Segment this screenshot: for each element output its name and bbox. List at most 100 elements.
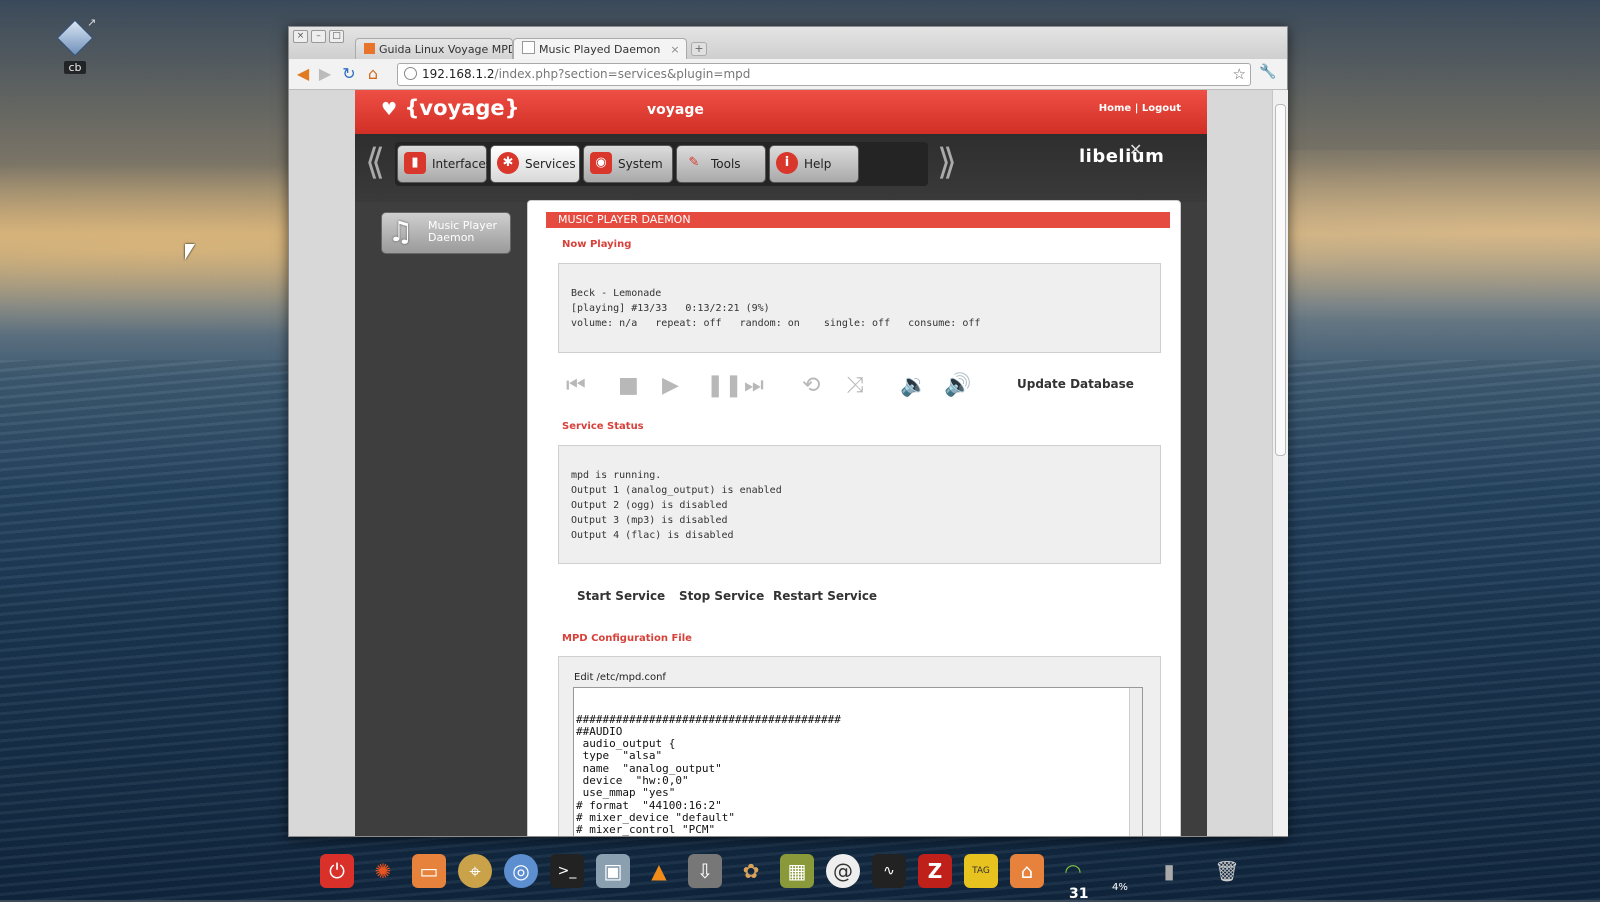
now-playing-line: Beck - Lemonade — [571, 288, 662, 299]
tab-guida-linux[interactable]: Guida Linux Voyage MPD — [355, 38, 513, 60]
gear-icon: ✱ — [497, 152, 519, 174]
status-line: Output 3 (mp3) is disabled — [571, 515, 728, 526]
wrench-icon[interactable]: 🔧 — [1259, 64, 1276, 80]
service-status-box: mpd is running. Output 1 (analog_output) … — [558, 445, 1161, 564]
page-favicon-icon — [522, 41, 535, 54]
menu-label: Tools — [711, 157, 741, 171]
now-playing-lines: Beck - Lemonade [playing] #13/33 0:13/2:2… — [571, 286, 980, 331]
shuffle-icon: ⤨ — [846, 373, 864, 398]
shuffle-button[interactable]: ⤨ — [846, 373, 864, 399]
textarea-scrollbar[interactable] — [1129, 688, 1142, 836]
desktop-icon[interactable]: ↗ cb — [55, 16, 96, 75]
config-textarea[interactable]: ########################################… — [573, 687, 1143, 836]
menu-interfaces[interactable]: ▮ Interfaces — [397, 145, 492, 183]
stop-button[interactable]: ■ — [618, 373, 639, 399]
top-links: Home | Logout — [1099, 103, 1181, 114]
maximize-window-icon[interactable]: □ — [329, 30, 344, 43]
voyage-page: ♥ {voyage} voyage Home | Logout ⟪ ▮ Inte… — [355, 90, 1207, 836]
menu-scroll-left-icon[interactable]: ⟪ — [365, 142, 385, 183]
volume-bars-icon[interactable]: ▮ — [1152, 854, 1186, 888]
vlc-icon[interactable]: ▲ — [642, 854, 676, 888]
chromium-icon[interactable]: ◎ — [504, 854, 538, 888]
easytag-icon[interactable]: TAG — [964, 854, 998, 888]
forward-arrow-icon[interactable]: ▶ — [315, 64, 335, 84]
now-playing-title: Now Playing — [562, 239, 632, 250]
menu-label: Interfaces — [432, 157, 492, 171]
menu-services[interactable]: ✱ Services — [490, 145, 580, 183]
folder-icon[interactable]: ▭ — [412, 854, 446, 888]
terminal-icon[interactable]: >_ — [550, 854, 584, 888]
update-database-button[interactable]: Update Database — [1017, 377, 1134, 391]
at-icon[interactable]: @ — [826, 854, 860, 888]
filezilla-icon[interactable]: Z — [918, 854, 952, 888]
heart-wifi-icon: ♥ — [381, 99, 398, 120]
back-arrow-icon[interactable]: ◀ — [293, 64, 313, 84]
menu-tools[interactable]: ✎ Tools — [676, 145, 766, 183]
next-button[interactable]: ⏭ — [744, 373, 764, 399]
pause-button[interactable]: ❚❚ — [706, 373, 743, 399]
system-icon: ◉ — [590, 152, 612, 174]
stop-service-button[interactable]: Stop Service — [679, 589, 764, 603]
image-viewer-icon[interactable]: ▣ — [596, 854, 630, 888]
service-status-title: Service Status — [562, 421, 644, 432]
start-service-button[interactable]: Start Service — [577, 589, 665, 603]
stop-icon: ■ — [618, 373, 639, 398]
desktop-icon-label: cb — [64, 61, 86, 74]
gauge-icon[interactable]: ◠ — [1056, 854, 1090, 888]
mosquito-icon: ✕ — [1129, 140, 1143, 159]
new-tab-button[interactable]: + — [691, 42, 707, 56]
scrollbar-thumb[interactable] — [1275, 104, 1286, 456]
previous-button[interactable]: ⏮ — [566, 373, 586, 399]
link-separator: | — [1134, 103, 1139, 114]
page-viewport: ♥ {voyage} voyage Home | Logout ⟪ ▮ Inte… — [289, 90, 1272, 836]
mouse-cursor-icon — [185, 244, 195, 260]
home-folder-icon[interactable]: ⌂ — [1010, 854, 1044, 888]
system-monitor-icon[interactable]: ∿ — [872, 854, 906, 888]
repeat-button[interactable]: ⟲ — [802, 373, 820, 399]
now-playing-box: Beck - Lemonade [playing] #13/33 0:13/2:2… — [558, 263, 1161, 353]
ubuntu-icon[interactable]: ✺ — [366, 854, 400, 888]
download-icon[interactable]: ⇩ — [688, 854, 722, 888]
compass-icon[interactable]: ⌖ — [458, 854, 492, 888]
site-name: voyage — [647, 102, 704, 118]
pause-icon: ❚❚ — [706, 373, 743, 398]
wrench-tool-icon: ✎ — [688, 155, 700, 170]
minimize-window-icon[interactable]: – — [311, 30, 326, 43]
menu-label: Help — [804, 157, 832, 171]
restart-service-button[interactable]: Restart Service — [773, 589, 877, 603]
info-icon: i — [776, 152, 798, 174]
menu-help[interactable]: i Help — [769, 145, 859, 183]
menu-scroll-right-icon[interactable]: ⟫ — [937, 142, 957, 183]
trash-icon[interactable]: 🗑 — [1210, 854, 1244, 888]
sidebar-item-mpd[interactable]: ♫ Music Player Daemon — [381, 212, 511, 254]
rabbit-icon[interactable]: ✿ — [734, 854, 768, 888]
main-content: MUSIC PLAYER DAEMON Now Playing Beck - L… — [527, 200, 1181, 836]
home-icon[interactable]: ⌂ — [363, 64, 383, 84]
play-button[interactable]: ▶ — [662, 373, 679, 399]
reload-icon[interactable]: ↻ — [339, 64, 359, 84]
address-bar[interactable]: 192.168.1.2/index.php?section=services&p… — [397, 63, 1251, 86]
section-header: MUSIC PLAYER DAEMON — [546, 212, 1170, 228]
home-link[interactable]: Home — [1099, 103, 1131, 114]
menu-label: Services — [525, 157, 576, 171]
close-tab-icon[interactable]: × — [670, 43, 679, 56]
now-playing-line: [playing] #13/33 0:13/2:21 (9%) — [571, 303, 770, 314]
power-icon[interactable]: ⏻ — [320, 854, 354, 888]
tab-music-played-daemon[interactable]: Music Played Daemon × — [513, 38, 687, 60]
voyage-logo[interactable]: ♥ {voyage} — [381, 96, 520, 120]
play-icon: ▶ — [662, 373, 679, 398]
status-line: Output 2 (ogg) is disabled — [571, 500, 728, 511]
status-line: Output 1 (analog_output) is enabled — [571, 485, 782, 496]
logout-link[interactable]: Logout — [1142, 103, 1181, 114]
status-line: Output 4 (flac) is disabled — [571, 530, 734, 541]
volume-down-button[interactable]: 🔉 — [900, 373, 927, 399]
sidebar-item-label: Music Player Daemon — [428, 219, 498, 244]
page-scrollbar[interactable] — [1272, 90, 1288, 836]
close-window-icon[interactable]: × — [293, 30, 308, 43]
volume-up-button[interactable]: 🔊 — [944, 373, 971, 399]
menu-system[interactable]: ◉ System — [583, 145, 673, 183]
star-icon[interactable]: ☆ — [1233, 64, 1246, 85]
archive-icon[interactable]: ▦ — [780, 854, 814, 888]
music-note-icon: ♫ — [388, 215, 414, 248]
tab-label: Music Played Daemon — [539, 43, 661, 56]
